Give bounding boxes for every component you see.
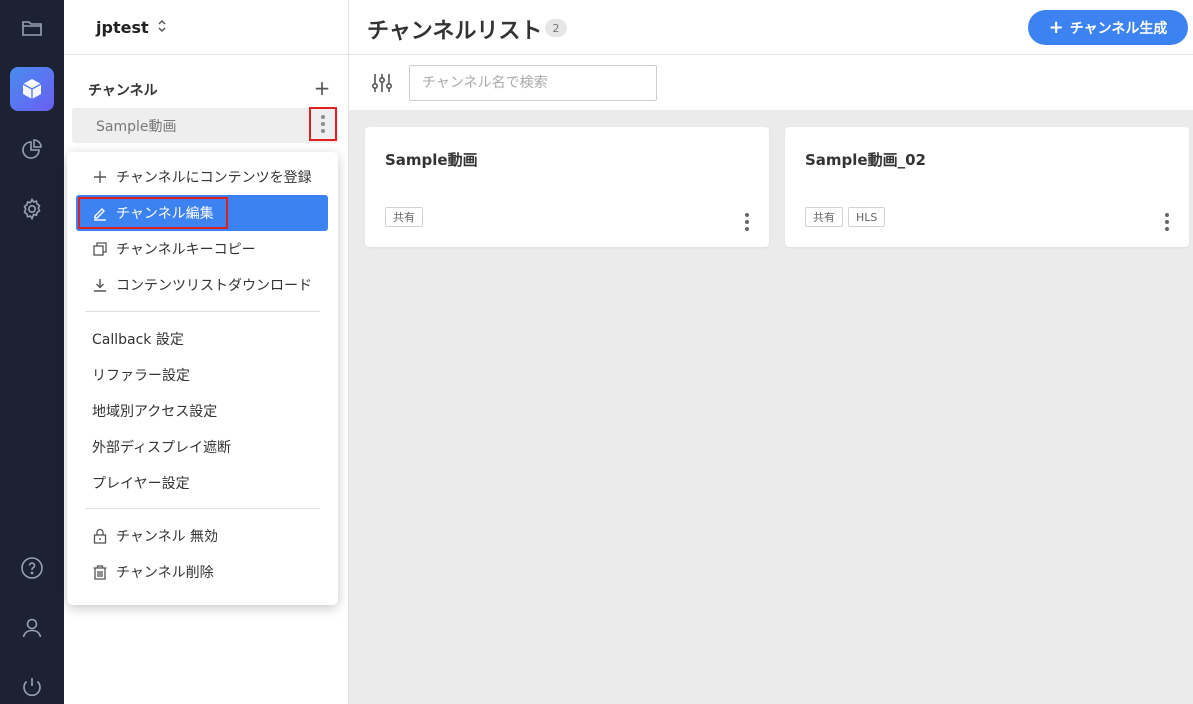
menu-item-copy-channel-key[interactable]: チャンネルキーコピー [76,231,328,267]
main-header: チャンネルリスト 2 + チャンネル生成 [349,0,1193,55]
tag-badge: HLS [848,207,886,227]
channel-more-button[interactable] [309,107,337,141]
menu-item-register-content[interactable]: チャンネルにコンテンツを登録 [76,159,328,195]
user-icon[interactable] [10,606,54,650]
help-icon[interactable] [10,546,54,590]
card-more-button[interactable] [1165,213,1169,231]
filter-sliders-icon[interactable] [371,72,393,94]
dot [321,129,325,133]
cube-icon[interactable] [10,67,54,111]
edit-icon [92,205,108,221]
menu-item-delete-channel[interactable]: チャンネル削除 [76,554,328,590]
icon-rail [0,0,64,704]
menu-item-player-settings[interactable]: プレイヤー設定 [76,465,328,501]
card-tags: 共有 [385,207,423,227]
channel-context-menu: チャンネルにコンテンツを登録 チャンネル編集 チャンネルキーコピー コンテンツリ… [67,152,338,605]
sidebar-item-channel[interactable]: Sample動画 [72,108,338,143]
menu-item-label: チャンネル削除 [116,565,214,581]
create-channel-label: チャンネル生成 [1069,20,1168,37]
folder-icon[interactable] [10,6,54,50]
channel-card[interactable]: Sample動画_02 共有 HLS [785,127,1189,247]
menu-item-label: プレイヤー設定 [92,476,190,492]
toolbar [349,55,1193,110]
dot [321,122,325,126]
project-selector[interactable]: jptest [64,0,349,55]
card-title: Sample動画 [385,151,478,169]
chevron-updown-icon [157,19,167,36]
dot [1165,220,1169,224]
menu-item-referrer-settings[interactable]: リファラー設定 [76,357,328,393]
page-title: チャンネルリスト [367,19,543,44]
card-title: Sample動画_02 [805,151,926,169]
dot [745,227,749,231]
menu-item-label: チャンネルにコンテンツを登録 [116,170,312,186]
section-title-channels: チャンネル [88,83,158,99]
dot [1165,227,1169,231]
menu-item-label: チャンネル 無効 [116,529,219,545]
dot [745,213,749,217]
dot [745,220,749,224]
create-channel-button[interactable]: + チャンネル生成 [1028,10,1188,45]
menu-item-disable-channel[interactable]: チャンネル 無効 [76,518,328,554]
menu-item-label: チャンネルキーコピー [116,242,256,258]
plus-icon [92,169,108,185]
power-icon[interactable] [10,665,54,704]
card-more-button[interactable] [745,213,749,231]
menu-item-label: Callback 設定 [92,332,184,348]
channel-search-input[interactable] [409,65,657,101]
menu-item-download-list[interactable]: コンテンツリストダウンロード [76,267,328,303]
project-name: jptest [96,17,149,37]
tag-badge: 共有 [385,207,423,227]
copy-icon [92,241,108,257]
menu-divider [85,508,320,509]
download-icon [92,277,108,293]
menu-item-edit-channel[interactable]: チャンネル編集 [76,195,328,231]
menu-item-callback-settings[interactable]: Callback 設定 [76,321,328,357]
dot [321,115,325,119]
pie-chart-icon[interactable] [10,128,54,172]
card-tags: 共有 HLS [805,207,886,227]
plus-icon: + [1048,17,1064,38]
menu-divider [85,311,320,312]
main-content: チャンネルリスト 2 + チャンネル生成 Sample動画 共有 Sample動… [349,0,1193,704]
menu-item-region-access[interactable]: 地域別アクセス設定 [76,393,328,429]
menu-item-label: コンテンツリストダウンロード [116,278,312,294]
menu-item-label: 外部ディスプレイ遮断 [92,440,232,456]
menu-item-label: 地域別アクセス設定 [92,404,218,420]
gear-icon[interactable] [10,187,54,231]
lock-icon [92,528,108,544]
sidebar-item-label: Sample動画 [96,118,177,135]
menu-item-label: リファラー設定 [92,368,190,384]
channel-count-badge: 2 [545,19,567,37]
add-channel-button[interactable]: + [312,76,332,100]
trash-icon [92,564,108,580]
menu-item-external-display-block[interactable]: 外部ディスプレイ遮断 [76,429,328,465]
menu-item-label: チャンネル編集 [116,206,214,222]
channel-card[interactable]: Sample動画 共有 [365,127,769,247]
dot [1165,213,1169,217]
tag-badge: 共有 [805,207,843,227]
